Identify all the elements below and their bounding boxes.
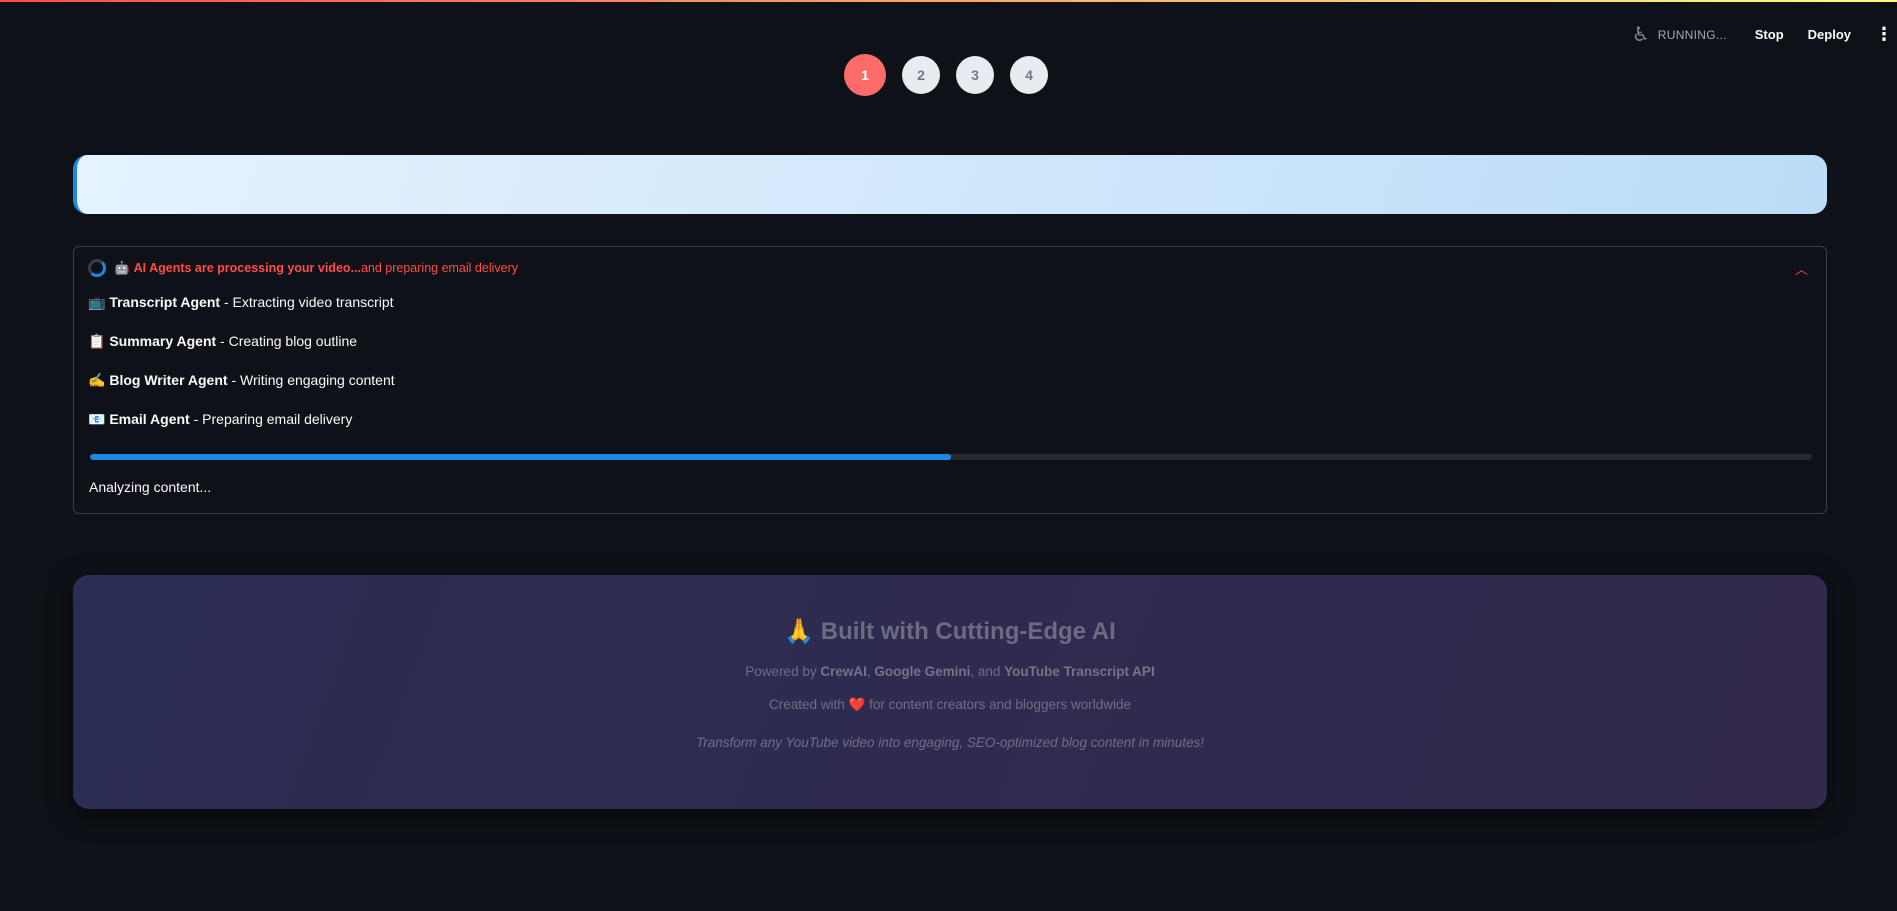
agent-list: 📺 Transcript Agent - Extracting video tr… (88, 293, 395, 449)
accessibility-running-icon: ♿ (1631, 24, 1650, 46)
agent-desc: - Extracting video transcript (220, 294, 394, 310)
chevron-up-icon[interactable]: ︿ (1795, 259, 1808, 278)
separator: , and (970, 664, 1005, 679)
created-suffix: for content creators and bloggers worldw… (865, 697, 1131, 712)
created-prefix: Created with (768, 697, 849, 712)
created-with-line: Created with ❤️ for content creators and… (73, 697, 1827, 713)
list-item: ✍️ Blog Writer Agent - Writing engaging … (88, 371, 395, 410)
step-1: 1 (844, 54, 886, 96)
step-2: 2 (902, 56, 940, 94)
crewai-label: CrewAI (820, 664, 867, 679)
heart-icon: ❤️ (848, 697, 866, 712)
footer-title-text: Built with Cutting-Edge AI (820, 618, 1116, 645)
step-3: 3 (956, 56, 994, 94)
clipboard-icon: 📋 (88, 333, 106, 349)
email-icon: 📧 (88, 411, 106, 427)
agent-name: Transcript Agent (109, 294, 221, 310)
youtube-api-label: YouTube Transcript API (1004, 664, 1155, 679)
tagline: Transform any YouTube video into engagin… (695, 735, 1205, 750)
progress-bar (90, 454, 1812, 460)
list-item: 📺 Transcript Agent - Extracting video tr… (88, 293, 395, 332)
powered-by-line: Powered by CrewAI, Google Gemini, and Yo… (73, 664, 1827, 679)
powered-prefix: Powered by (745, 664, 821, 679)
agent-desc: - Creating blog outline (216, 333, 358, 349)
top-decoration-bar (0, 0, 1897, 2)
running-status: RUNNING... (1657, 27, 1727, 42)
processing-expander: 🤖 AI Agents are processing your video...… (73, 246, 1827, 514)
writing-hand-icon: ✍️ (88, 372, 106, 388)
expander-title-bold: AI Agents are processing your video... (133, 261, 361, 275)
gemini-label: Google Gemini (874, 664, 971, 679)
robot-icon: 🤖 (114, 260, 130, 275)
step-4: 4 (1010, 56, 1048, 94)
deploy-button[interactable]: Deploy (1808, 27, 1851, 42)
kebab-icon[interactable]: ⋮ (1875, 24, 1893, 45)
footer-card: 🙏 Built with Cutting-Edge AI Powered by … (73, 575, 1827, 809)
stop-button[interactable]: Stop (1755, 27, 1784, 42)
agent-name: Blog Writer Agent (109, 372, 228, 388)
agent-desc: - Writing engaging content (227, 372, 395, 388)
expander-header[interactable]: 🤖 AI Agents are processing your video...… (88, 259, 518, 277)
info-banner (73, 155, 1827, 214)
app-toolbar: ♿ RUNNING... Stop Deploy ⋮ (1631, 22, 1893, 47)
list-item: 📋 Summary Agent - Creating blog outline (88, 332, 395, 371)
praying-hands-icon: 🙏 (784, 618, 815, 645)
progress-status: Analyzing content... (89, 479, 212, 495)
agent-desc: - Preparing email delivery (189, 411, 353, 427)
progress-fill (90, 454, 951, 460)
tv-icon: 📺 (88, 294, 106, 310)
spinner-icon (88, 259, 106, 277)
expander-title-rest: and preparing email delivery (360, 261, 518, 275)
agent-name: Summary Agent (109, 333, 217, 349)
list-item: 📧 Email Agent - Preparing email delivery (88, 410, 395, 449)
agent-name: Email Agent (109, 411, 190, 427)
footer-title: 🙏 Built with Cutting-Edge AI (73, 617, 1827, 646)
step-indicator: 1 2 3 4 (844, 54, 1048, 96)
